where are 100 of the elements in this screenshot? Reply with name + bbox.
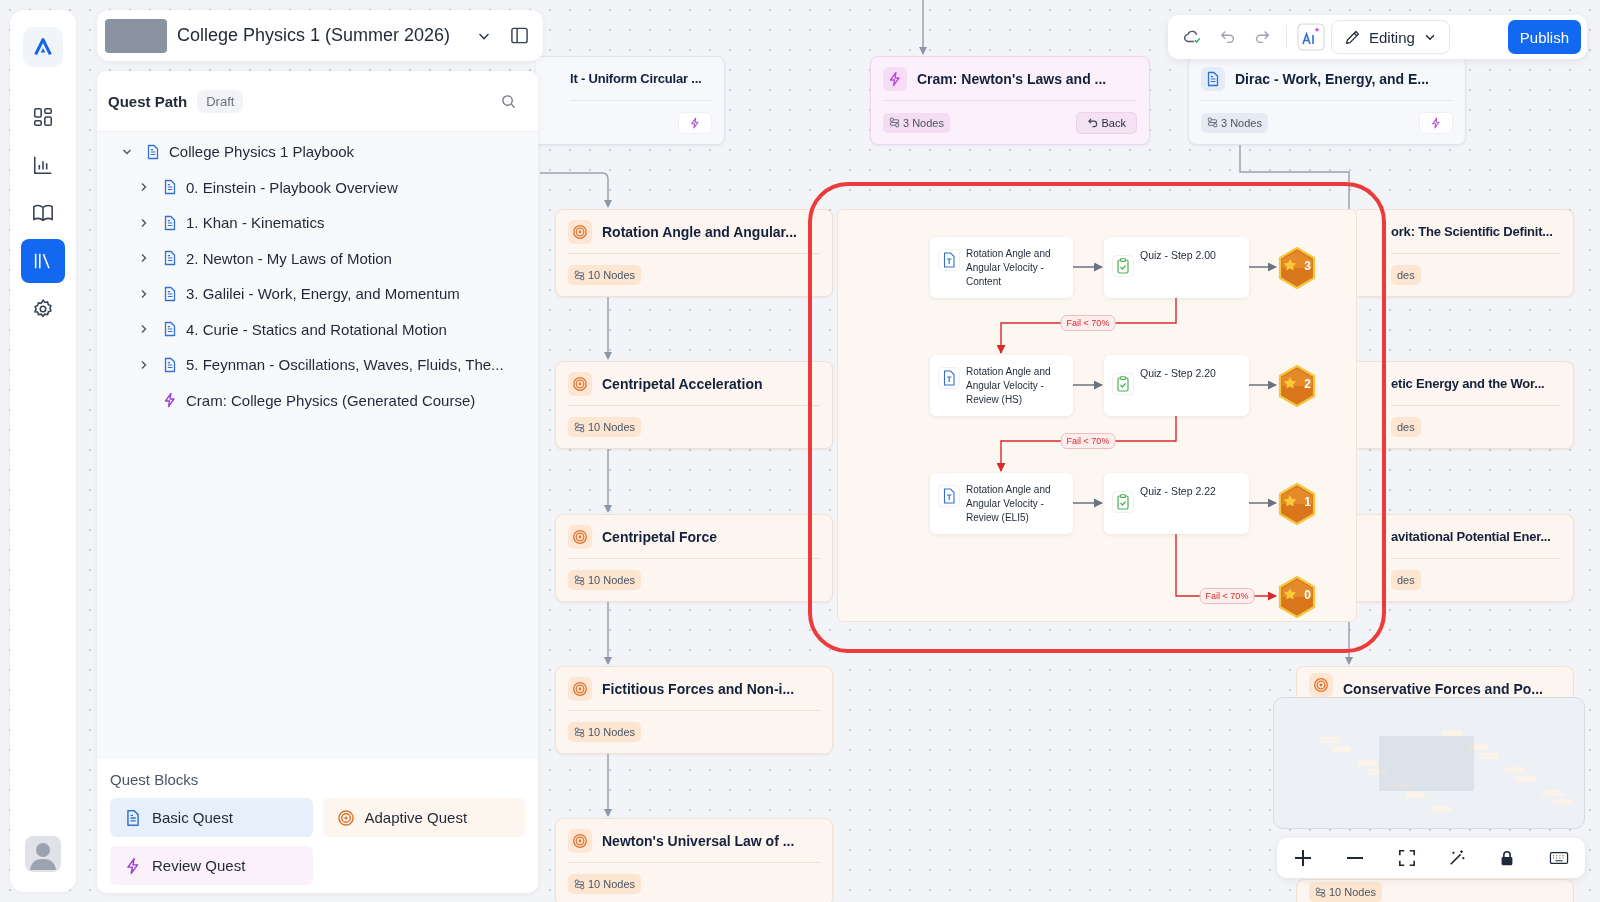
tree-label: Cram: College Physics (Generated Course) [186, 391, 476, 409]
lightning-icon [689, 116, 701, 129]
quest-block-button[interactable]: Adaptive Quest [322, 798, 525, 837]
fit-view-icon[interactable] [1397, 849, 1416, 867]
quest-card[interactable]: Centripetal Acceleration 10 Nodes [555, 361, 833, 449]
document-icon [162, 285, 178, 302]
document-icon [162, 321, 178, 338]
tree-label: 3. Galilei - Work, Energy, and Momentum [186, 285, 460, 303]
generate-button[interactable] [1419, 111, 1453, 134]
tree-label: 0. Einstein - Playbook Overview [186, 178, 398, 196]
content-node[interactable]: Rotation Angle and Angular Velocity - Review (ELI5) [930, 473, 1073, 534]
quest-card[interactable]: 10 Nodes [1296, 879, 1574, 902]
tree-item[interactable]: 4. Curie - Statics and Rotational Motion [97, 311, 538, 347]
user-avatar[interactable] [25, 836, 61, 872]
nav-button[interactable] [21, 239, 65, 283]
panel-title: Quest Path [108, 92, 188, 110]
quest-title: avitational Potential Ener... [1391, 529, 1551, 544]
flow-icon [574, 726, 585, 738]
flow-icon [889, 117, 900, 128]
quest-title: Conservative Forces and Po... [1343, 681, 1543, 697]
quest-card[interactable]: ork: The Scientific Definit... des [1357, 209, 1574, 297]
node-count-text: 10 Nodes [588, 269, 636, 281]
tree-item[interactable]: 1. Khan - Kinematics [97, 205, 538, 241]
quest-title: etic Energy and the Wor... [1391, 376, 1545, 391]
magic-wand-icon[interactable] [1448, 849, 1467, 867]
quest-card[interactable]: Centripetal Force 10 Nodes [555, 514, 833, 602]
quest-card[interactable]: Cram: Newton's Laws and ... 3 Nodes Back [870, 56, 1150, 145]
quest-title: Newton's Universal Law of ... [602, 832, 795, 849]
content-node[interactable]: Rotation Angle and Angular Velocity - Review (HS) [930, 355, 1073, 416]
tree-label: 2. Newton - My Laws of Motion [186, 249, 392, 267]
node-count-text: 10 Nodes [588, 574, 636, 586]
course-title: College Physics 1 (Summer 2026) [177, 25, 452, 46]
search-icon[interactable] [501, 93, 516, 109]
node-label: Rotation Angle and Angular Velocity - Content [966, 247, 1052, 289]
quest-type-icon [568, 524, 592, 549]
tree-item[interactable]: 2. Newton - My Laws of Motion [97, 240, 538, 276]
generate-button[interactable] [678, 111, 712, 134]
section-title: Quest Blocks [110, 771, 200, 788]
quest-block-button[interactable]: Review Quest [110, 846, 313, 885]
document-icon [162, 179, 178, 196]
content-node[interactable]: Rotation Angle and Angular Velocity - Content [930, 237, 1073, 298]
dashboard-icon [32, 106, 54, 128]
sidebar-toggle-icon[interactable] [510, 26, 529, 45]
tree-item[interactable]: 3. Galilei - Work, Energy, and Momentum [97, 276, 538, 312]
flow-icon [574, 878, 585, 890]
quest-title: Dirac - Work, Energy, and E... [1235, 70, 1429, 87]
quest-card[interactable]: etic Energy and the Wor... des [1357, 361, 1574, 449]
text-document-icon [938, 485, 960, 507]
quest-card[interactable]: Dirac - Work, Energy, and E... 3 Nodes [1188, 56, 1466, 145]
quest-type-icon [568, 676, 592, 701]
quest-title: Centripetal Acceleration [602, 375, 763, 392]
node-label: Quiz - Step 2.22 [1140, 484, 1216, 498]
quest-card[interactable]: avitational Potential Ener... des [1357, 514, 1574, 602]
status-badge: Draft [197, 89, 244, 113]
quiz-node[interactable]: Quiz - Step 2.22 [1104, 473, 1249, 534]
document-icon [162, 356, 178, 373]
tree-label: 4. Curie - Statics and Rotational Motion [186, 320, 447, 338]
quest-card[interactable]: Newton's Universal Law of ... 10 Nodes [555, 818, 833, 902]
hexagon-star-icon [1278, 576, 1316, 618]
quest-block-label: Review Quest [152, 857, 246, 874]
book-icon [32, 202, 54, 224]
quest-title: Cram: Newton's Laws and ... [917, 70, 1107, 87]
document-icon [145, 143, 161, 160]
connector-arrow [604, 296, 612, 360]
quest-block-label: Basic Quest [152, 809, 233, 826]
document-icon [124, 808, 142, 827]
node-label: Quiz - Step 2.20 [1140, 366, 1216, 380]
document-icon [162, 214, 178, 231]
course-thumbnail [105, 18, 167, 53]
badge-count: 1 [1304, 495, 1311, 509]
tree-item[interactable]: Cram: College Physics (Generated Course) [97, 382, 538, 418]
node-label: Quiz - Step 2.00 [1140, 248, 1216, 262]
quest-type-icon [568, 371, 592, 396]
keyboard-icon[interactable] [1548, 849, 1569, 867]
badge-count: 0 [1304, 588, 1311, 602]
quest-block-button[interactable]: Basic Quest [110, 798, 313, 837]
flow-arrow [1072, 498, 1103, 508]
node-label: Rotation Angle and Angular Velocity - Review (ELI5) [966, 483, 1052, 525]
editing-mode-dropdown[interactable]: Editing [1331, 20, 1450, 54]
connector-arrow [604, 753, 612, 817]
quiz-node[interactable]: Quiz - Step 2.00 [1104, 237, 1249, 298]
quest-title: ork: The Scientific Definit... [1391, 224, 1553, 239]
flow-arrow [1248, 262, 1277, 272]
app-logo[interactable] [23, 27, 63, 67]
tree-item[interactable]: 5. Feynman - Oscillations, Waves, Fluids, The... [97, 347, 538, 383]
quest-card[interactable]: Conservative Forces and Po... [1296, 666, 1574, 697]
publish-button[interactable]: Publish [1507, 20, 1581, 54]
cloud-check-icon[interactable] [1183, 28, 1203, 46]
tree-item[interactable]: College Physics 1 Playbook [97, 134, 538, 170]
quest-card[interactable]: Fictitious Forces and Non-i... 10 Nodes [555, 666, 833, 754]
quiz-node[interactable]: Quiz - Step 2.20 [1104, 355, 1249, 416]
zoom-in-icon[interactable] [1293, 848, 1314, 868]
undo-arrow-icon [1086, 117, 1098, 128]
back-button[interactable]: Back [1075, 111, 1137, 134]
quest-card[interactable]: lt - Uniform Circular ... [536, 56, 725, 145]
ai-assistant-icon[interactable] [1297, 23, 1325, 51]
tree-item[interactable]: 0. Einstein - Playbook Overview [97, 169, 538, 205]
quest-card[interactable]: Rotation Angle and Angular... 10 Nodes [555, 209, 833, 297]
fail-condition-label: Fail < 70% [1060, 315, 1116, 331]
node-count-text: des [1397, 269, 1415, 281]
